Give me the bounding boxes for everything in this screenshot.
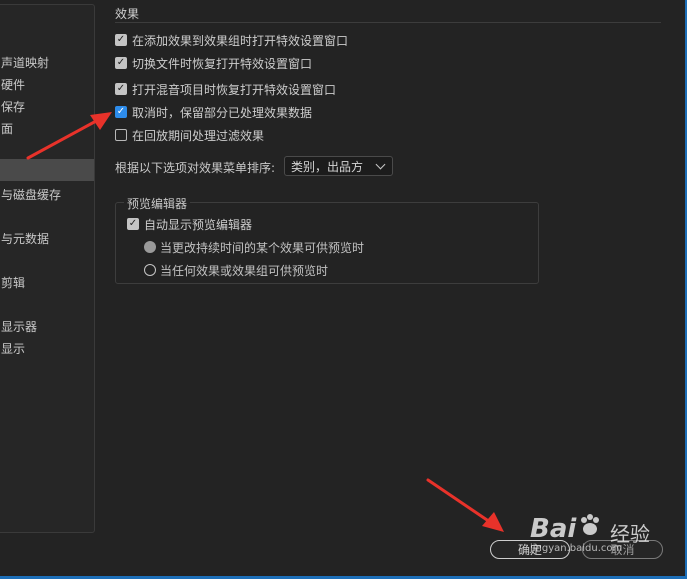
option-label: 打开混音项目时恢复打开特效设置窗口 [132, 82, 337, 97]
sidebar-item-save[interactable]: 保存 [1, 98, 25, 115]
radio-on-duration-change[interactable]: 当更改持续时间的某个效果可供预览时 [144, 239, 364, 255]
preferences-sidebar: 声道映射 硬件 保存 面 与磁盘缓存 与元数据 剪辑 显示器 显示 [0, 4, 95, 533]
chevron-down-icon [375, 159, 386, 169]
sidebar-item-hardware[interactable]: 硬件 [1, 76, 25, 93]
option-label: 在回放期间处理过滤效果 [132, 128, 265, 143]
radio-label: 当任何效果或效果组可供预览时 [160, 263, 329, 278]
preview-editor-title: 预览编辑器 [124, 195, 191, 212]
radio-label: 当更改持续时间的某个效果可供预览时 [160, 240, 365, 255]
option-label: 在添加效果到效果组时打开特效设置窗口 [132, 33, 349, 48]
sidebar-item-appearance[interactable]: 面 [1, 120, 13, 137]
window-border [0, 0, 687, 579]
sort-order-value: 类别，出品方 [291, 159, 364, 174]
option-label: 自动显示预览编辑器 [144, 217, 253, 232]
effects-section-title: 效果 [115, 7, 140, 21]
option-process-during-playback[interactable]: 在回放期间处理过滤效果 [115, 127, 264, 143]
checkbox-checked-icon[interactable]: ✓ [115, 83, 127, 95]
cancel-button[interactable]: 取消 [582, 540, 663, 559]
option-label: 切换文件时恢复打开特效设置窗口 [132, 56, 313, 71]
radio-selected-icon[interactable] [144, 241, 156, 253]
radio-unselected-icon[interactable] [144, 264, 156, 276]
checkbox-checked-icon[interactable]: ✓ [115, 34, 127, 46]
sidebar-item-monitor[interactable]: 显示器 [1, 318, 37, 335]
sidebar-item-editing[interactable]: 剪辑 [1, 274, 25, 291]
option-open-on-add[interactable]: ✓ 在添加效果到效果组时打开特效设置窗口 [115, 32, 348, 48]
sort-menu-label: 根据以下选项对效果菜单排序: [115, 161, 276, 175]
checkbox-checked-icon[interactable]: ✓ [127, 218, 139, 230]
option-label: 取消时，保留部分已处理效果数据 [132, 105, 313, 120]
checkbox-unchecked-icon[interactable] [115, 129, 127, 141]
option-keep-partial-on-cancel[interactable]: ✓ 取消时，保留部分已处理效果数据 [115, 104, 312, 120]
option-restore-on-open-mix[interactable]: ✓ 打开混音项目时恢复打开特效设置窗口 [115, 81, 336, 97]
sidebar-item-channel-mapping[interactable]: 声道映射 [1, 54, 49, 71]
sort-order-dropdown[interactable]: 类别，出品方 [284, 156, 393, 176]
option-restore-on-switch[interactable]: ✓ 切换文件时恢复打开特效设置窗口 [115, 55, 312, 71]
annotation-arrow-icon [426, 478, 504, 532]
checkbox-checked-icon[interactable]: ✓ [115, 57, 127, 69]
sidebar-item-metadata[interactable]: 与元数据 [1, 230, 49, 247]
sidebar-item-disk-cache[interactable]: 与磁盘缓存 [1, 186, 61, 203]
checkbox-checked-icon[interactable]: ✓ [115, 106, 127, 118]
sidebar-item-effects-selected[interactable] [0, 159, 94, 181]
radio-on-any-effect[interactable]: 当任何效果或效果组可供预览时 [144, 262, 328, 278]
paw-icon [581, 514, 599, 535]
ok-button[interactable]: 确定 [490, 540, 570, 559]
option-auto-show-preview[interactable]: ✓ 自动显示预览编辑器 [127, 216, 252, 232]
section-divider [115, 22, 661, 23]
sidebar-item-display[interactable]: 显示 [1, 340, 25, 357]
